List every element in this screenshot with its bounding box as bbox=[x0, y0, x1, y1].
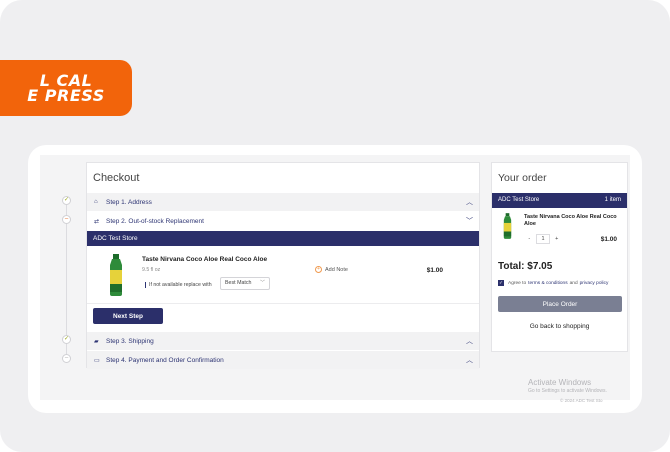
replace-label: If not available replace with bbox=[145, 282, 212, 288]
total-value: $7.05 bbox=[527, 261, 553, 272]
step3-done-icon: ✓ bbox=[62, 335, 71, 344]
add-note-label: Add Note bbox=[325, 266, 348, 273]
store-header: ADC Test Store bbox=[87, 231, 479, 246]
checkout-panel: Checkout ⌂ Step 1. Address ︿ ⇄ Step 2. O… bbox=[86, 162, 480, 369]
step-shipping-label: Step 3. Shipping bbox=[106, 337, 154, 345]
quantity-stepper: - 1 + bbox=[523, 233, 563, 244]
chevron-up-icon[interactable]: ︿ bbox=[466, 336, 473, 346]
step-replacement-label: Step 2. Out-of-stock Replacement bbox=[106, 217, 204, 225]
step-payment-label: Step 4. Payment and Order Confirmation bbox=[106, 356, 224, 364]
watermark-title: Activate Windows bbox=[528, 378, 592, 387]
replacement-select-value: Best Match bbox=[225, 280, 252, 286]
increase-button[interactable]: + bbox=[550, 236, 563, 242]
logo-tab: L CAL E PRESS bbox=[0, 60, 132, 116]
total-label: Total: bbox=[498, 261, 525, 272]
order-total: Total: $7.05 bbox=[498, 261, 552, 272]
next-step-button[interactable]: Next Step bbox=[93, 308, 163, 324]
chevron-down-icon: ﹀ bbox=[259, 280, 265, 286]
card-icon: ▭ bbox=[94, 357, 100, 364]
windows-watermark: Activate Windows Go to Settings to activ… bbox=[528, 378, 607, 394]
decrease-button[interactable]: - bbox=[523, 236, 536, 242]
order-item-price: $1.00 bbox=[600, 236, 617, 243]
quantity-value[interactable]: 1 bbox=[535, 233, 551, 244]
agree-terms: ✓ Agree to terms & conditions and privac… bbox=[498, 280, 610, 286]
step-address-label: Step 1. Address bbox=[106, 198, 152, 206]
step-shipping[interactable]: ▰ Step 3. Shipping ︿ bbox=[87, 332, 479, 350]
plus-circle-icon: + bbox=[315, 266, 322, 273]
agree-and: and bbox=[569, 280, 578, 286]
terms-link[interactable]: terms & conditions bbox=[528, 281, 567, 286]
order-summary: Your order ADC Test Store 1 item Taste N… bbox=[491, 162, 628, 352]
product-row: Taste Nirvana Coco Aloe Real Coco Aloe 9… bbox=[87, 249, 479, 301]
step4-pending-icon: – bbox=[62, 354, 71, 363]
step1-done-icon: ✓ bbox=[62, 196, 71, 205]
step-replacement[interactable]: ⇄ Step 2. Out-of-stock Replacement ﹀ bbox=[87, 212, 479, 230]
divider bbox=[87, 303, 479, 304]
order-item-name: Taste Nirvana Coco Aloe Real Coco Aloe bbox=[524, 214, 617, 227]
place-order-button[interactable]: Place Order bbox=[498, 296, 622, 312]
timeline-line bbox=[66, 205, 67, 355]
checkout-title: Checkout bbox=[93, 172, 140, 184]
back-to-shopping-link[interactable]: Go back to shopping bbox=[492, 323, 627, 330]
item-count: 1 item bbox=[604, 197, 621, 203]
swap-icon: ⇄ bbox=[94, 218, 100, 225]
add-note-button[interactable]: + Add Note bbox=[315, 266, 348, 273]
product-image bbox=[110, 254, 122, 296]
chevron-up-icon[interactable]: ︿ bbox=[466, 197, 473, 207]
order-title: Your order bbox=[498, 172, 547, 184]
step-payment[interactable]: ▭ Step 4. Payment and Order Confirmation… bbox=[87, 351, 479, 369]
product-name: Taste Nirvana Coco Aloe Real Coco Aloe bbox=[142, 256, 268, 263]
logo-line2: E PRESS bbox=[27, 86, 105, 105]
agree-prefix: Agree to bbox=[508, 280, 527, 286]
local-express-logo: L CAL E PRESS bbox=[27, 73, 105, 105]
watermark-subtitle: Go to Settings to activate Windows. bbox=[528, 388, 607, 394]
chevron-up-icon[interactable]: ︿ bbox=[466, 355, 473, 365]
privacy-link[interactable]: privacy policy bbox=[580, 281, 609, 286]
agree-checkbox[interactable]: ✓ bbox=[498, 280, 504, 286]
product-price: $1.00 bbox=[426, 267, 443, 274]
step-address[interactable]: ⌂ Step 1. Address ︿ bbox=[87, 193, 479, 211]
product-size: 9.5 fl oz bbox=[142, 267, 161, 273]
order-item-image bbox=[503, 213, 512, 239]
home-icon: ⌂ bbox=[94, 199, 98, 205]
order-store-header: ADC Test Store 1 item bbox=[492, 193, 627, 208]
order-store-name: ADC Test Store bbox=[498, 197, 540, 203]
truck-icon: ▰ bbox=[94, 338, 99, 345]
step2-current-icon: – bbox=[62, 215, 71, 224]
replacement-select[interactable]: Best Match ﹀ bbox=[220, 277, 270, 290]
chevron-down-icon[interactable]: ﹀ bbox=[466, 216, 473, 226]
footer-copyright: © 2024 ADC Test Sto bbox=[560, 398, 603, 403]
